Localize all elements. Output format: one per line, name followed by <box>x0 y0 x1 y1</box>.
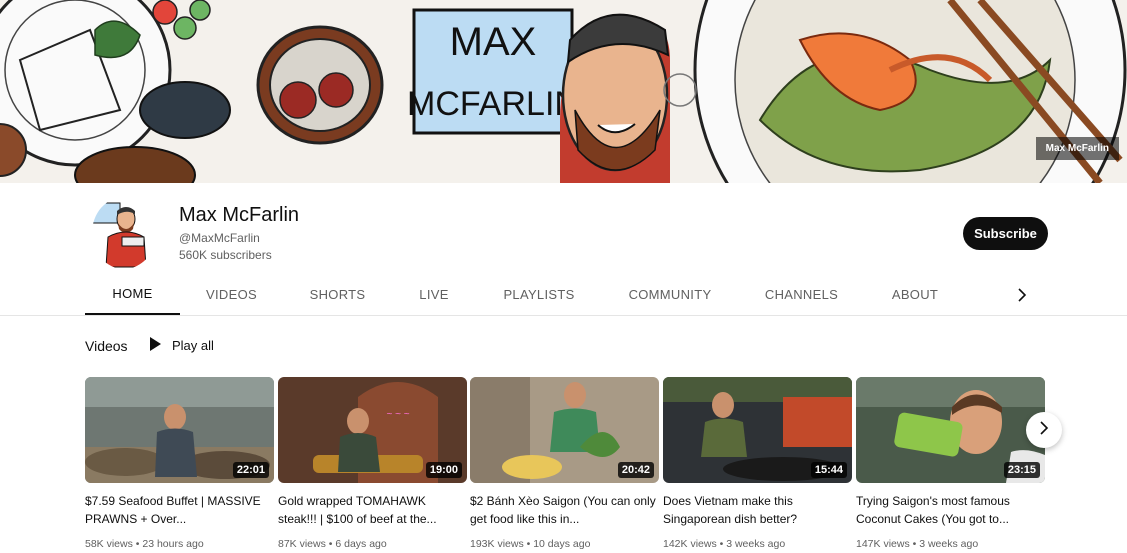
tab-videos[interactable]: VIDEOS <box>186 273 277 315</box>
video-duration: 20:42 <box>617 462 654 478</box>
video-duration: 22:01 <box>232 462 269 478</box>
video-duration: 15:44 <box>810 462 847 478</box>
video-title[interactable]: Trying Saigon's most famous Coconut Cake… <box>856 492 1045 528</box>
tab-community[interactable]: COMMUNITY <box>610 273 730 315</box>
tab-channels[interactable]: CHANNELS <box>750 273 853 315</box>
play-all-button[interactable]: Play all <box>148 336 214 355</box>
video-thumbnail[interactable]: 15:44 <box>663 377 852 483</box>
channel-handle: @MaxMcFarlin <box>179 231 260 245</box>
video-card[interactable]: 15:44 Does Vietnam make this Singaporean… <box>663 377 852 550</box>
video-thumbnail[interactable]: 22:01 <box>85 377 274 483</box>
svg-text:~ ~ ~: ~ ~ ~ <box>386 409 409 420</box>
tab-home[interactable]: HOME <box>85 273 180 315</box>
video-meta: 147K views • 3 weeks ago <box>856 538 979 550</box>
video-meta: 58K views • 23 hours ago <box>85 538 204 550</box>
channel-banner: MAX MCFARLIN Max McFarlin <box>0 0 1127 183</box>
video-title[interactable]: $7.59 Seafood Buffet | MASSIVE PRAWNS + … <box>85 492 274 528</box>
video-card[interactable]: 20:42 $2 Bánh Xèo Saigon (You can only g… <box>470 377 659 550</box>
tab-playlists[interactable]: PLAYLISTS <box>486 273 592 315</box>
video-thumbnail[interactable]: 23:15 <box>856 377 1045 483</box>
video-title[interactable]: $2 Bánh Xèo Saigon (You can only get foo… <box>470 492 659 528</box>
video-duration: 23:15 <box>1003 462 1040 478</box>
video-meta: 193K views • 10 days ago <box>470 538 591 550</box>
banner-illustration: MAX MCFARLIN <box>0 0 1127 183</box>
play-icon <box>148 336 162 355</box>
video-title[interactable]: Does Vietnam make this Singaporean dish … <box>663 492 852 528</box>
subscriber-count: 560K subscribers <box>179 248 272 262</box>
chevron-right-icon[interactable] <box>1010 283 1034 307</box>
banner-logo-line1: MAX <box>450 20 537 64</box>
banner-logo-line2: MCFARLIN <box>407 85 579 123</box>
video-card[interactable]: 22:01 $7.59 Seafood Buffet | MASSIVE PRA… <box>85 377 274 550</box>
video-meta: 142K views • 3 weeks ago <box>663 538 786 550</box>
tab-shorts[interactable]: SHORTS <box>290 273 385 315</box>
video-card[interactable]: 23:15 Trying Saigon's most famous Coconu… <box>856 377 1045 550</box>
video-meta: 87K views • 6 days ago <box>278 538 387 550</box>
channel-tabs: HOME VIDEOS SHORTS LIVE PLAYLISTS COMMUN… <box>0 273 1127 316</box>
avatar-illustration <box>92 202 147 268</box>
video-card[interactable]: ~ ~ ~ 19:00 Gold wrapped TOMAHAWK steak!… <box>278 377 467 550</box>
channel-header: Max McFarlin @MaxMcFarlin 560K subscribe… <box>0 183 1127 273</box>
play-all-label: Play all <box>172 338 214 353</box>
carousel-next-button[interactable] <box>1026 412 1062 448</box>
video-thumbnail[interactable]: 20:42 <box>470 377 659 483</box>
video-duration: 19:00 <box>425 462 462 478</box>
video-thumbnail[interactable]: ~ ~ ~ 19:00 <box>278 377 467 483</box>
channel-avatar[interactable] <box>92 197 156 269</box>
video-title[interactable]: Gold wrapped TOMAHAWK steak!!! | $100 of… <box>278 492 467 528</box>
tab-about[interactable]: ABOUT <box>874 273 956 315</box>
channel-name: Max McFarlin <box>179 204 300 226</box>
chevron-right-icon <box>1037 420 1051 440</box>
subscribe-button[interactable]: Subscribe <box>963 217 1048 250</box>
banner-channel-link[interactable]: Max McFarlin <box>1035 137 1119 160</box>
tab-live[interactable]: LIVE <box>395 273 473 315</box>
section-title: Videos <box>85 338 128 354</box>
